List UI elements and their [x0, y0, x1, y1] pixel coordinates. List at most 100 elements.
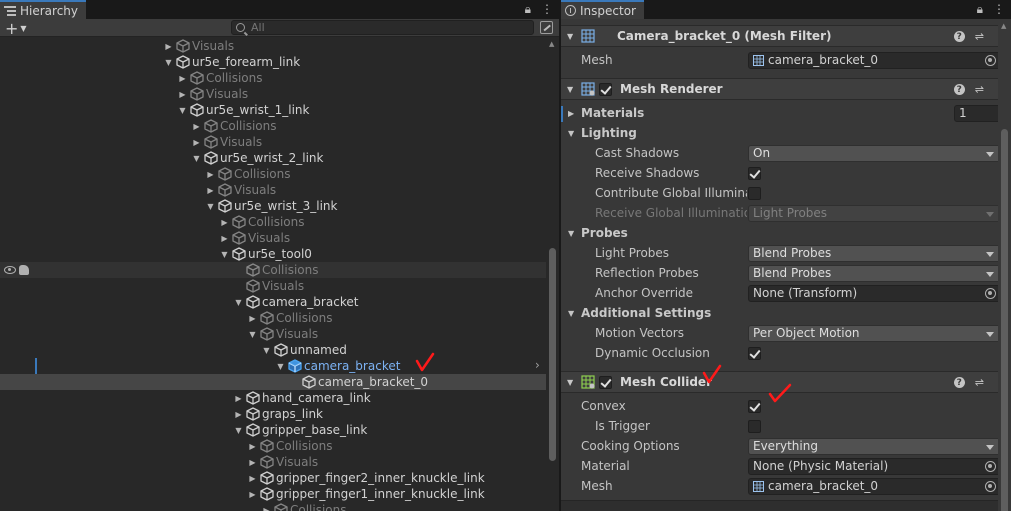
fold-down-icon[interactable]: ▼	[567, 85, 577, 94]
fold-right-icon[interactable]: ▶	[568, 109, 574, 118]
physic-material-field[interactable]: None (Physic Material)	[748, 457, 1001, 475]
expand-right-icon[interactable]: ▶	[233, 410, 244, 419]
hierarchy-row[interactable]: ▼ ur5e_wrist_2_link	[0, 150, 546, 166]
hierarchy-tab[interactable]: Hierarchy	[0, 0, 87, 19]
materials-row[interactable]: ▶ Materials 1	[561, 103, 1011, 123]
hierarchy-row[interactable]: ▶ gripper_finger2_inner_knuckle_link	[0, 470, 546, 486]
add-object-button[interactable]: + ▼	[5, 19, 27, 38]
convex-checkbox[interactable]	[748, 399, 761, 413]
object-picker-icon[interactable]	[985, 287, 996, 299]
expand-right-icon[interactable]: ▶	[247, 474, 258, 483]
preset-icon[interactable]: ⇌	[975, 83, 984, 96]
hierarchy-row[interactable]: Collisions	[0, 262, 546, 278]
hierarchy-row[interactable]: ▶ Visuals	[0, 86, 546, 102]
expand-down-icon[interactable]: ▼	[233, 298, 244, 307]
hierarchy-row[interactable]: ▼ unnamed	[0, 342, 546, 358]
additional-settings-section[interactable]: ▼ Additional Settings	[561, 303, 1011, 323]
hierarchy-row[interactable]: ▶ Collisions	[0, 166, 546, 182]
more-menu-icon[interactable]: ⋮	[993, 2, 1005, 17]
hierarchy-row[interactable]: ▼ camera_bracket	[0, 294, 546, 310]
expand-right-icon[interactable]: ▶	[163, 42, 174, 51]
probes-section[interactable]: ▼ Probes	[561, 223, 1011, 243]
expand-right-icon[interactable]: ▶	[191, 122, 202, 131]
hierarchy-row[interactable]: Visuals	[0, 278, 546, 294]
hierarchy-row[interactable]: › ▼ camera_bracket	[0, 358, 546, 374]
more-menu-icon[interactable]: ⋮	[541, 2, 553, 17]
scrollbar-thumb[interactable]	[549, 248, 556, 461]
hierarchy-row[interactable]: ▼ ur5e_wrist_1_link	[0, 102, 546, 118]
visibility-eye-icon[interactable]	[4, 266, 16, 274]
hierarchy-row[interactable]: ▶ Collisions	[0, 502, 546, 511]
fold-down-icon[interactable]: ▼	[568, 309, 574, 318]
expand-right-icon[interactable]: ▶	[177, 90, 188, 99]
pickable-hand-icon[interactable]	[19, 265, 29, 275]
hierarchy-row[interactable]: camera_bracket_0	[0, 374, 546, 390]
motion-vectors-dropdown[interactable]: Per Object Motion	[748, 324, 1001, 342]
hierarchy-row[interactable]: ▶ hand_camera_link	[0, 390, 546, 406]
expand-down-icon[interactable]: ▼	[275, 362, 286, 371]
cooking-options-dropdown[interactable]: Everything	[748, 437, 1001, 455]
expand-right-icon[interactable]: ▶	[205, 170, 216, 179]
light-probes-dropdown[interactable]: Blend Probes	[748, 244, 1001, 262]
expand-down-icon[interactable]: ▼	[233, 426, 244, 435]
preset-icon[interactable]: ⇌	[975, 30, 984, 43]
lock-icon[interactable]: 🔒︎	[525, 2, 531, 17]
expand-down-icon[interactable]: ▼	[247, 330, 258, 339]
is-trigger-checkbox[interactable]	[748, 419, 761, 433]
cast-shadows-dropdown[interactable]: On	[748, 144, 1001, 162]
fold-down-icon[interactable]: ▼	[567, 32, 577, 41]
expand-down-icon[interactable]: ▼	[177, 106, 188, 115]
open-prefab-chevron-icon[interactable]: ›	[535, 358, 540, 372]
collider-mesh-field[interactable]: camera_bracket_0	[748, 477, 1001, 495]
hierarchy-row[interactable]: ▶ Collisions	[0, 310, 546, 326]
hierarchy-row[interactable]: ▼ ur5e_tool0	[0, 246, 546, 262]
hierarchy-row[interactable]: ▼ ur5e_forearm_link	[0, 54, 546, 70]
hierarchy-row[interactable]: ▼ ur5e_wrist_3_link	[0, 198, 546, 214]
scrollbar-thumb[interactable]	[1001, 129, 1008, 511]
expand-right-icon[interactable]: ▶	[233, 394, 244, 403]
hierarchy-row[interactable]: ▶ gripper_finger1_inner_knuckle_link	[0, 486, 546, 502]
object-picker-icon[interactable]	[985, 480, 996, 492]
hierarchy-search[interactable]	[231, 20, 534, 35]
mesh-object-field[interactable]: camera_bracket_0	[748, 51, 1001, 69]
search-input[interactable]	[251, 21, 511, 34]
hierarchy-row[interactable]: ▶ Collisions	[0, 70, 546, 86]
help-icon[interactable]: ?	[953, 84, 965, 95]
receive-shadows-checkbox[interactable]	[748, 166, 761, 180]
object-picker-icon[interactable]	[985, 54, 996, 66]
expand-down-icon[interactable]: ▼	[261, 346, 272, 355]
hierarchy-row[interactable]: ▼ gripper_base_link	[0, 422, 546, 438]
hierarchy-row[interactable]: ▼ Visuals	[0, 326, 546, 342]
object-picker-icon[interactable]	[985, 460, 996, 472]
scroll-up-icon[interactable]: ▲	[549, 40, 554, 48]
expand-right-icon[interactable]: ▶	[247, 314, 258, 323]
fold-down-icon[interactable]: ▼	[568, 129, 574, 138]
help-icon[interactable]: ?	[953, 377, 965, 388]
hierarchy-row[interactable]: ▶ Visuals	[0, 230, 546, 246]
anchor-override-field[interactable]: None (Transform)	[748, 284, 1001, 302]
materials-count-field[interactable]: 1	[954, 104, 1001, 122]
expand-right-icon[interactable]: ▶	[219, 218, 230, 227]
expand-right-icon[interactable]: ▶	[205, 186, 216, 195]
expand-right-icon[interactable]: ▶	[247, 490, 258, 499]
hierarchy-row[interactable]: ▶ graps_link	[0, 406, 546, 422]
hierarchy-row[interactable]: ▶ Visuals	[0, 182, 546, 198]
expand-down-icon[interactable]: ▼	[191, 154, 202, 163]
hierarchy-row[interactable]: ▶ Visuals	[0, 134, 546, 150]
mesh-renderer-enabled-checkbox[interactable]	[599, 82, 612, 96]
expand-right-icon[interactable]: ▶	[177, 74, 188, 83]
hierarchy-row[interactable]: ▶ Collisions	[0, 118, 546, 134]
fold-down-icon[interactable]: ▼	[567, 378, 577, 387]
fold-down-icon[interactable]: ▼	[568, 229, 574, 238]
scroll-up-icon[interactable]: ▲	[1001, 22, 1006, 30]
hierarchy-row[interactable]: ▶ Collisions	[0, 438, 546, 454]
hierarchy-row[interactable]: ▶ Visuals	[0, 454, 546, 470]
help-icon[interactable]: ?	[953, 31, 965, 42]
inspector-tab[interactable]: Inspector	[561, 0, 644, 19]
lighting-section[interactable]: ▼ Lighting	[561, 123, 1011, 143]
lock-icon[interactable]: 🔒︎	[977, 2, 983, 17]
expand-down-icon[interactable]: ▼	[163, 58, 174, 67]
hierarchy-scrollbar[interactable]: ▲	[546, 37, 559, 511]
expand-right-icon[interactable]: ▶	[219, 234, 230, 243]
hierarchy-row[interactable]: ▶ Collisions	[0, 214, 546, 230]
